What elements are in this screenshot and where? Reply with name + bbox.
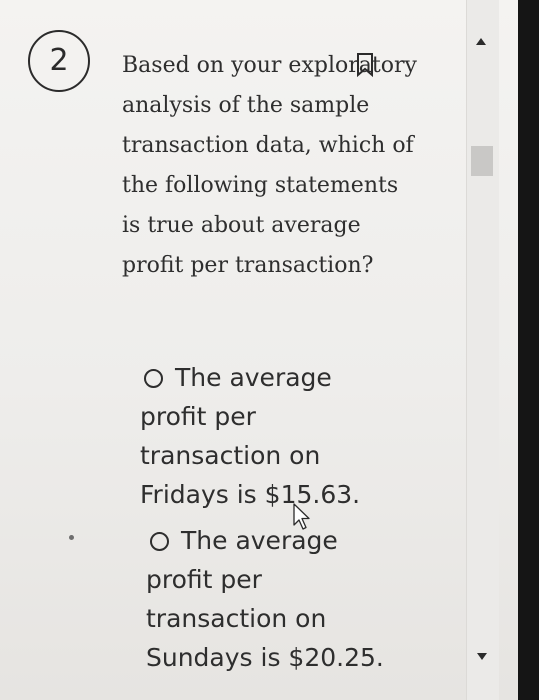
radio-button-icon[interactable] <box>150 532 169 551</box>
monitor-bezel <box>518 0 539 700</box>
answer-option-2[interactable]: The average profit per transaction on Su… <box>146 521 386 677</box>
scroll-down-arrow-icon[interactable] <box>477 653 487 660</box>
question-text: Based on your exploratory analysis of th… <box>122 53 417 278</box>
bullet-dot <box>69 535 74 540</box>
question-number-badge: 2 <box>28 30 90 92</box>
radio-button-icon[interactable] <box>144 369 163 388</box>
vertical-scrollbar[interactable] <box>466 0 499 700</box>
mouse-pointer-icon <box>293 503 310 530</box>
bookmark-icon[interactable] <box>355 52 375 78</box>
question-number: 2 <box>49 43 69 78</box>
answer-option-1[interactable]: The average profit per transaction on Fr… <box>140 358 370 514</box>
quiz-screen: 2 Based on your exploratory analysis of … <box>0 0 518 700</box>
scroll-thumb[interactable] <box>471 146 493 176</box>
answer-option-2-text: The average profit per transaction on Su… <box>146 526 384 672</box>
answer-option-1-text: The average profit per transaction on Fr… <box>140 363 361 509</box>
scroll-up-arrow-icon[interactable] <box>476 38 486 45</box>
